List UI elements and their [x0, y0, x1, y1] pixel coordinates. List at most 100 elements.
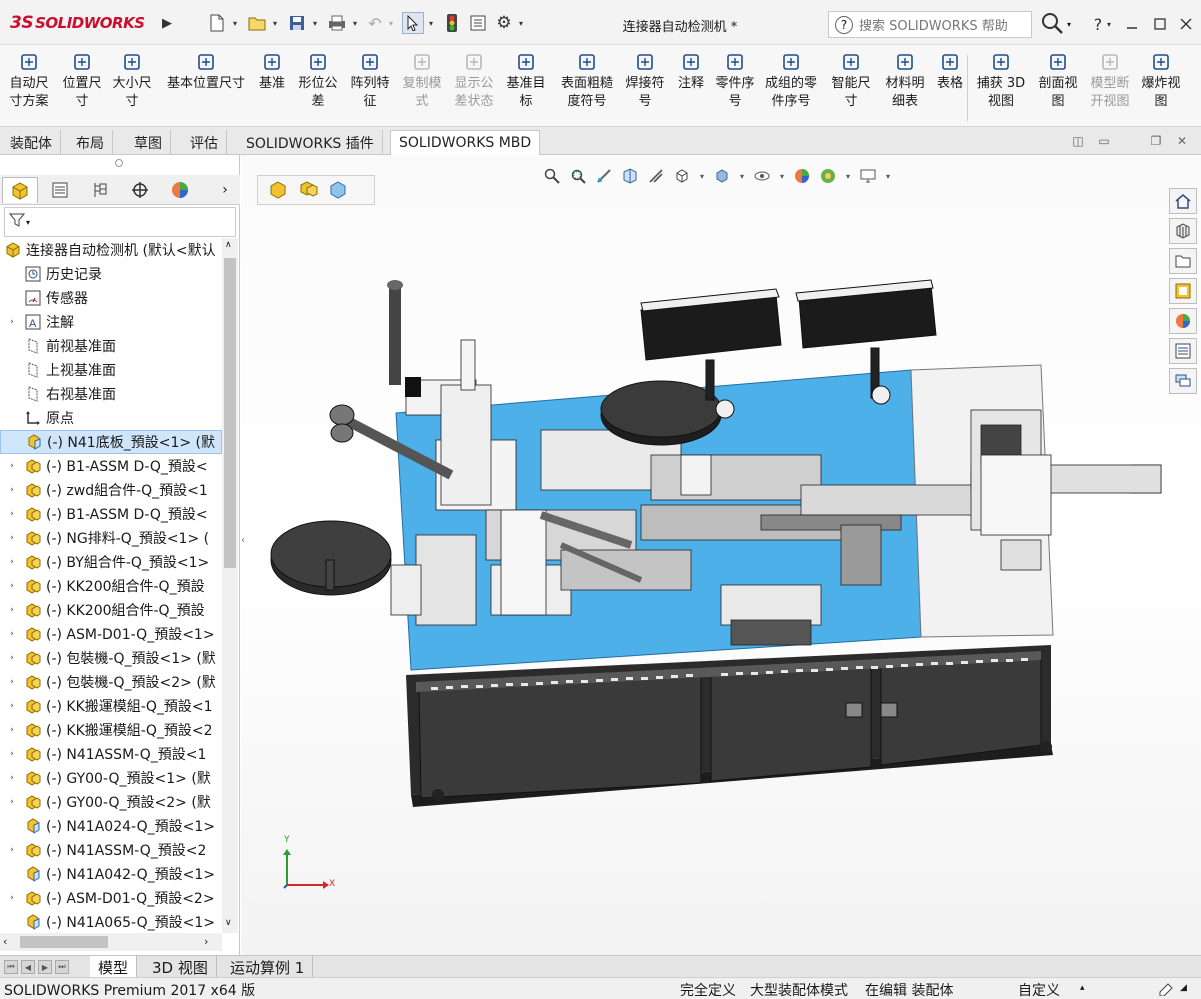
toolbar-weld-symbol-button[interactable]: 焊接符 号: [622, 51, 668, 111]
expand-arrow-icon[interactable]: ›: [6, 701, 18, 711]
print-icon[interactable]: [326, 12, 348, 34]
rebuild-traffic-light-icon[interactable]: [442, 12, 462, 34]
tree-item[interactable]: › (-) KK搬運模組-Q_預設<1: [0, 694, 222, 718]
tree-vertical-scrollbar[interactable]: ∧ ∨: [222, 238, 238, 933]
tab-evaluate[interactable]: 评估: [182, 130, 227, 155]
toolbar-note-button[interactable]: 注释: [672, 51, 710, 93]
toolbar-smart-dimension-button[interactable]: 智能尺 寸: [824, 51, 878, 111]
toolbar-tolerance-status-button[interactable]: 显示公 差状态: [450, 51, 498, 111]
custom-properties-icon[interactable]: [1169, 338, 1197, 364]
tree-item[interactable]: › (-) 包裝機-Q_預設<1> (默: [0, 646, 222, 670]
tab-layout[interactable]: 布局: [68, 130, 113, 155]
feature-manager-tab-icon[interactable]: [2, 177, 38, 203]
toolbar-capture-3d-view-button[interactable]: 捕获 3D 视图: [972, 51, 1030, 111]
horizontal-scroll-thumb[interactable]: [20, 936, 108, 948]
minimize-icon[interactable]: [1122, 14, 1142, 34]
toolbar-stacked-balloon-button[interactable]: 成组的零 件序号: [760, 51, 822, 111]
search-button[interactable]: ▾: [1034, 11, 1078, 38]
tree-item[interactable]: › (-) KK200組合件-Q_預設: [0, 598, 222, 622]
tree-item[interactable]: 右视基准面: [0, 382, 222, 406]
configuration-manager-tab-icon[interactable]: [82, 177, 118, 203]
tab-model[interactable]: 模型: [90, 956, 138, 978]
tree-item[interactable]: › (-) GY00-Q_預設<2> (默: [0, 790, 222, 814]
machine-3d-model[interactable]: [241, 155, 1201, 955]
options-dropdown-icon[interactable]: ▾: [516, 12, 526, 34]
tree-item[interactable]: › (-) BY組合件-Q_預設<1>: [0, 550, 222, 574]
toolbar-basic-location-dimension-button[interactable]: 基本位置尺寸: [164, 51, 248, 93]
toolbar-balloon-button[interactable]: 零件序 号: [712, 51, 758, 111]
graphics-area[interactable]: ▾ ▾ ▾ ▾ ▾ ‹ Y X: [241, 155, 1201, 955]
tree-item[interactable]: (-) N41A065-Q_預設<1>: [0, 910, 222, 933]
vertical-scroll-thumb[interactable]: [224, 258, 236, 568]
expand-arrow-icon[interactable]: ›: [6, 773, 18, 783]
expand-arrow-icon[interactable]: ›: [6, 629, 18, 639]
toolbar-datum-target-button[interactable]: 基准目 标: [502, 51, 550, 111]
toolbar-explode-view-button[interactable]: 爆炸视 图: [1136, 51, 1186, 111]
expand-arrow-icon[interactable]: ›: [6, 677, 18, 687]
tree-item[interactable]: 原点: [0, 406, 222, 430]
tree-item[interactable]: (-) N41底板_預設<1> (默: [0, 430, 222, 454]
tab-solidworks-addins[interactable]: SOLIDWORKS 插件: [238, 130, 383, 155]
status-units[interactable]: 自定义: [1018, 980, 1060, 999]
tree-item[interactable]: › (-) B1-ASSM D-Q_預設<: [0, 502, 222, 526]
expand-arrow-icon[interactable]: ›: [6, 509, 18, 519]
display-manager-tab-icon[interactable]: [162, 177, 198, 203]
scroll-down-icon[interactable]: ∨: [225, 918, 232, 928]
toolbar-location-dimension-button[interactable]: 位置尺 寸: [58, 51, 106, 111]
toolbar-table-button[interactable]: 表格: [932, 51, 968, 93]
select-pointer-icon[interactable]: [402, 12, 424, 34]
tree-item[interactable]: (-) N41A024-Q_預設<1>: [0, 814, 222, 838]
tree-item[interactable]: › A 注解: [0, 310, 222, 334]
view-palette-icon[interactable]: [1169, 278, 1197, 304]
save-dropdown-icon[interactable]: ▾: [310, 12, 320, 34]
design-library-icon[interactable]: [1169, 218, 1197, 244]
doc-restore-icon[interactable]: ❐: [1148, 133, 1164, 149]
expand-arrow-icon[interactable]: ›: [6, 485, 18, 495]
toolbar-datum-button[interactable]: 基准: [254, 51, 290, 93]
tree-item[interactable]: 前视基准面: [0, 334, 222, 358]
scroll-up-icon[interactable]: ∧: [225, 240, 232, 250]
open-document-icon[interactable]: [246, 12, 268, 34]
expand-arrow-icon[interactable]: ›: [6, 461, 18, 471]
tree-item[interactable]: 传感器: [0, 286, 222, 310]
undo-icon[interactable]: ↶: [364, 12, 386, 34]
expand-arrow-icon[interactable]: ›: [6, 725, 18, 735]
expand-arrow-icon[interactable]: ›: [6, 653, 18, 663]
solidworks-logo[interactable]: 3S SOLID WORKS: [10, 12, 145, 34]
open-dropdown-icon[interactable]: ▾: [270, 12, 280, 34]
tree-item[interactable]: › (-) B1-ASSM D-Q_預設<: [0, 454, 222, 478]
close-icon[interactable]: [1176, 14, 1196, 34]
tree-item[interactable]: › (-) 包裝機-Q_預設<2> (默: [0, 670, 222, 694]
units-dropdown-icon[interactable]: ▴: [1080, 983, 1085, 993]
tree-item[interactable]: › (-) NG排料-Q_預設<1> (: [0, 526, 222, 550]
expand-arrow-icon[interactable]: ›: [6, 533, 18, 543]
maximize-icon[interactable]: [1150, 14, 1170, 34]
toolbar-model-break-view-button[interactable]: 模型断 开视图: [1086, 51, 1134, 111]
panel-tabs-more-icon[interactable]: ›: [214, 177, 236, 203]
doc-close-icon[interactable]: ✕: [1174, 133, 1190, 149]
status-more-icon[interactable]: ◢: [1180, 983, 1187, 993]
expand-arrow-icon[interactable]: ›: [6, 893, 18, 903]
help-dropdown-icon[interactable]: ▾: [1104, 14, 1114, 34]
help-search-input[interactable]: 搜索 SOLIDWORKS 帮助: [859, 15, 1008, 34]
tree-item[interactable]: (-) N41A042-Q_預設<1>: [0, 862, 222, 886]
new-document-icon[interactable]: [206, 12, 228, 34]
tab-sketch[interactable]: 草图: [126, 130, 171, 155]
prev-tab-icon[interactable]: ◀: [21, 960, 35, 974]
toolbar-bom-button[interactable]: 材料明 细表: [882, 51, 928, 111]
scroll-left-icon[interactable]: ‹: [3, 935, 7, 948]
tree-filter-box[interactable]: ▾: [4, 207, 236, 237]
tree-item[interactable]: › (-) N41ASSM-Q_預設<1: [0, 742, 222, 766]
tab-solidworks-mbd[interactable]: SOLIDWORKS MBD: [390, 130, 541, 155]
property-manager-tab-icon[interactable]: [42, 177, 78, 203]
tree-item[interactable]: › (-) N41ASSM-Q_預設<2: [0, 838, 222, 862]
tree-item[interactable]: › (-) ASM-D01-Q_預設<2>: [0, 886, 222, 910]
tree-item[interactable]: › (-) KK搬運模組-Q_預設<2: [0, 718, 222, 742]
first-tab-icon[interactable]: ⏮: [4, 960, 18, 974]
solidworks-forum-icon[interactable]: [1169, 368, 1197, 394]
tree-item[interactable]: › (-) KK200組合件-Q_預設: [0, 574, 222, 598]
tree-horizontal-scrollbar[interactable]: ‹ ›: [0, 933, 222, 951]
toolbar-surface-finish-button[interactable]: 表面粗糙 度符号: [556, 51, 618, 111]
tree-item[interactable]: › (-) GY00-Q_預設<1> (默: [0, 766, 222, 790]
toolbar-copy-scheme-button[interactable]: 复制模 式: [398, 51, 446, 111]
